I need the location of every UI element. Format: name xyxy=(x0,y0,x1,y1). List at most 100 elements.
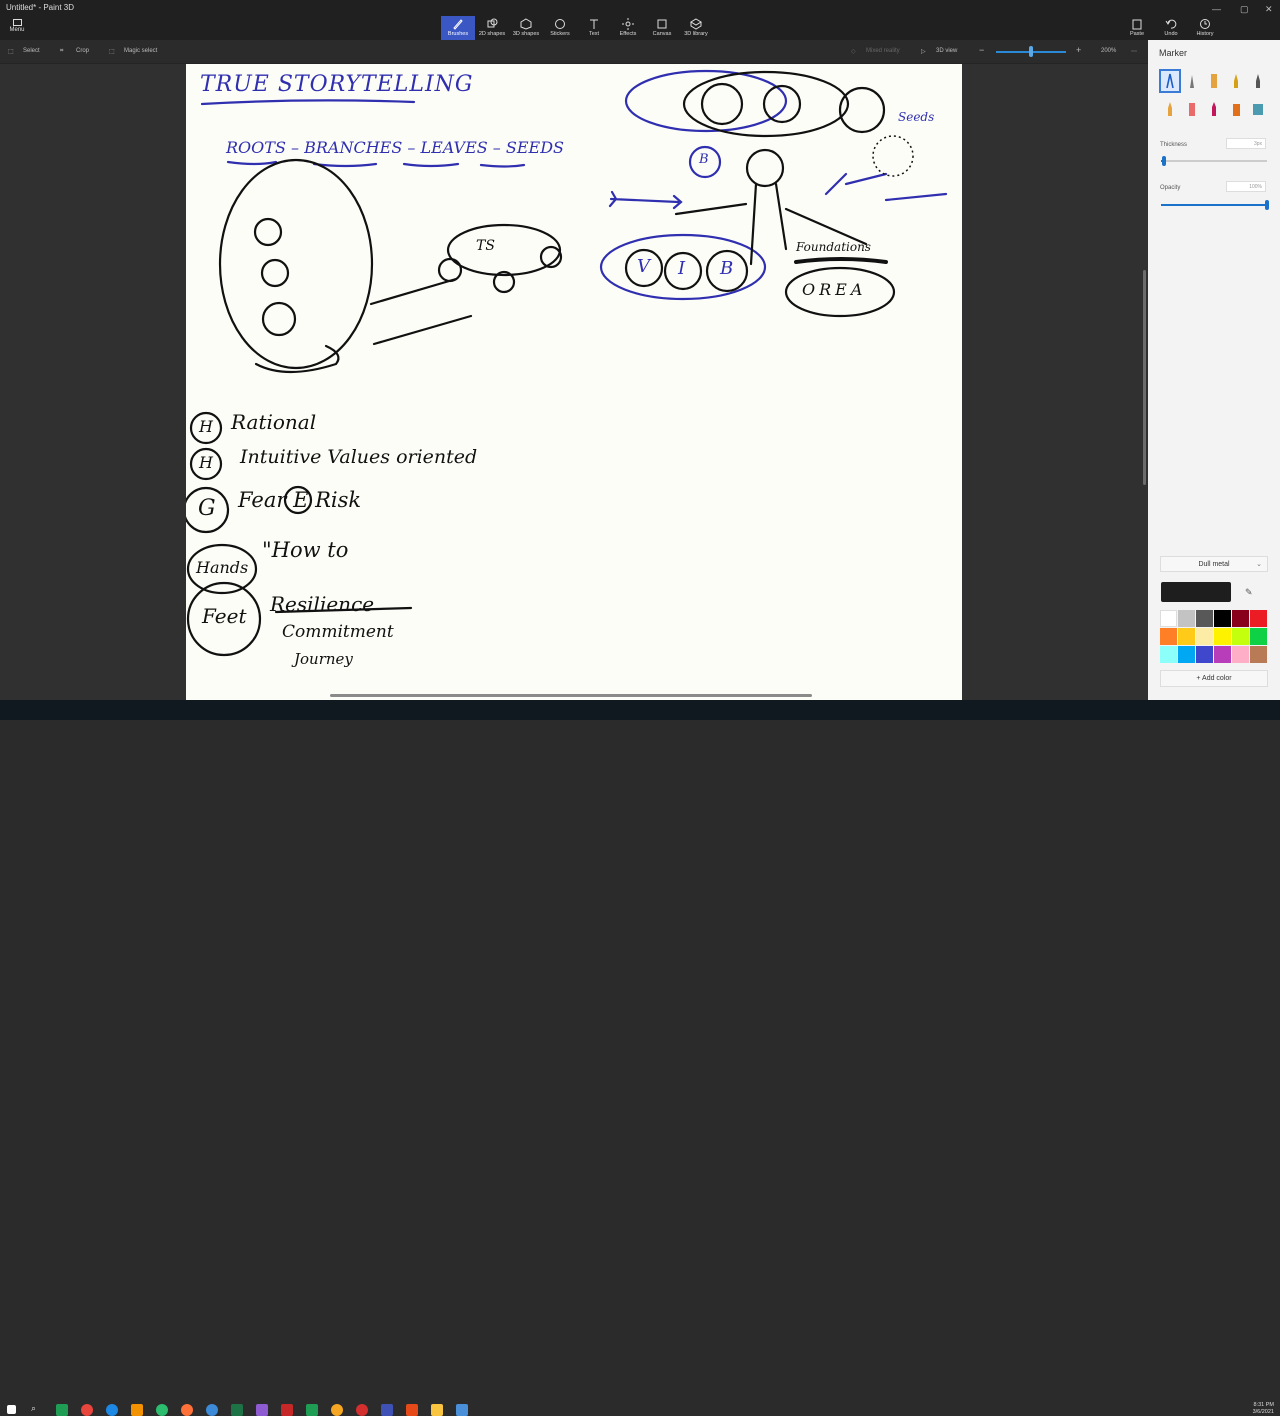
thickness-slider[interactable] xyxy=(1161,160,1267,162)
opacity-input[interactable]: 100% xyxy=(1226,181,1266,192)
tool-text[interactable]: Text xyxy=(577,16,611,40)
start-icon[interactable] xyxy=(7,1405,16,1414)
magic-select-button[interactable]: Magic select xyxy=(124,48,157,54)
color-swatch[interactable] xyxy=(1196,610,1213,627)
3d-view-toggle[interactable]: 3D view xyxy=(936,48,957,54)
color-swatch[interactable] xyxy=(1178,628,1195,645)
color-swatch[interactable] xyxy=(1232,610,1249,627)
pencil-icon[interactable] xyxy=(1161,99,1179,119)
brave-icon[interactable] xyxy=(131,1404,143,1416)
drawing-canvas[interactable]: TRUE STORYTELLING ROOTS – BRANCHES – LEA… xyxy=(186,64,962,700)
3d-view-icon: ▷ xyxy=(921,49,926,55)
add-color-button[interactable]: + Add color xyxy=(1160,670,1268,687)
current-color-swatch[interactable] xyxy=(1161,582,1231,602)
magic-select-icon: ⬚ xyxy=(109,49,115,55)
note-symbol-5: Feet xyxy=(202,604,247,628)
eraser-icon[interactable] xyxy=(1183,99,1201,119)
tool-brushes[interactable]: Brushes xyxy=(441,16,475,40)
tool-label: Canvas xyxy=(652,31,672,37)
tool-canvas[interactable]: Canvas xyxy=(645,16,679,40)
close-button[interactable]: ✕ xyxy=(1265,4,1273,15)
edge-dev-icon[interactable] xyxy=(156,1404,168,1416)
clock[interactable]: 8:31 PM 3/6/2021 xyxy=(1246,1402,1274,1416)
crop-button[interactable]: Crop xyxy=(76,48,89,54)
paint3d-icon[interactable] xyxy=(256,1404,268,1416)
thickness-input[interactable]: 3px xyxy=(1226,138,1266,149)
zoom-out-button[interactable]: − xyxy=(979,45,984,55)
color-swatch[interactable] xyxy=(1196,628,1213,645)
tool-label: 3D library xyxy=(684,31,708,37)
excel-icon[interactable] xyxy=(231,1404,243,1416)
finish-dropdown[interactable]: Dull metal ⌄ xyxy=(1160,556,1268,572)
tool-label: Text xyxy=(588,31,600,37)
app-icon-1[interactable] xyxy=(56,1404,68,1416)
head-h-circle xyxy=(253,217,283,247)
tool-3d-library[interactable]: 3D library xyxy=(679,16,713,40)
finish-label: Dull metal xyxy=(1198,561,1230,568)
tool-3d-shapes[interactable]: 3D shapes xyxy=(509,16,543,40)
foundation-label: OREA xyxy=(802,280,867,299)
pixel-pen-icon[interactable] xyxy=(1249,71,1267,91)
fill-icon[interactable] xyxy=(1249,99,1267,119)
mixed-reality-button[interactable]: Mixed reality xyxy=(866,48,900,54)
app-icon-4[interactable] xyxy=(306,1404,318,1416)
color-swatch[interactable] xyxy=(1250,628,1267,645)
marker-brush-icon[interactable] xyxy=(1159,69,1181,93)
spray-can-icon[interactable] xyxy=(1227,99,1245,119)
app-icon-9[interactable] xyxy=(456,1404,468,1416)
3d-library-icon xyxy=(690,18,702,30)
color-swatch[interactable] xyxy=(1196,646,1213,663)
watercolor-icon[interactable] xyxy=(1227,71,1245,91)
crayon-icon[interactable] xyxy=(1205,99,1223,119)
maximize-button[interactable]: ▢ xyxy=(1240,4,1249,15)
tool-stickers[interactable]: Stickers xyxy=(543,16,577,40)
title-underline xyxy=(200,99,416,106)
folder-icon[interactable] xyxy=(431,1404,443,1416)
color-swatch[interactable] xyxy=(1160,628,1177,645)
color-swatch[interactable] xyxy=(1160,610,1177,627)
color-swatch[interactable] xyxy=(1214,610,1231,627)
undo-button[interactable]: Undo xyxy=(1156,16,1186,38)
more-icon[interactable]: ⋯ xyxy=(1131,48,1137,55)
horizontal-scrollbar[interactable] xyxy=(330,694,812,697)
panel-title: Marker xyxy=(1159,48,1188,58)
color-swatch[interactable] xyxy=(1250,610,1267,627)
menu-button[interactable]: Menu xyxy=(6,16,28,38)
paste-button[interactable]: Paste xyxy=(1122,16,1152,38)
tool-label: Brushes xyxy=(447,31,469,37)
history-button[interactable]: History xyxy=(1190,16,1220,38)
color-swatch[interactable] xyxy=(1160,646,1177,663)
opacity-thumb[interactable] xyxy=(1265,200,1269,210)
search-icon[interactable]: ⌕ xyxy=(31,1403,43,1415)
calligraphy-pen-icon[interactable] xyxy=(1183,71,1201,91)
color-swatch[interactable] xyxy=(1214,628,1231,645)
app-icon-6[interactable] xyxy=(356,1404,368,1416)
tool-effects[interactable]: Effects xyxy=(611,16,645,40)
app-icon-5[interactable] xyxy=(331,1404,343,1416)
color-swatch[interactable] xyxy=(1232,628,1249,645)
oil-brush-icon[interactable] xyxy=(1205,71,1223,91)
zoom-in-button[interactable]: + xyxy=(1076,45,1081,55)
chrome-icon[interactable] xyxy=(81,1404,93,1416)
app-icon-2[interactable] xyxy=(206,1404,218,1416)
app-icon-3[interactable] xyxy=(281,1404,293,1416)
history-label: History xyxy=(1196,31,1214,37)
tool-2d-shapes[interactable]: 2D shapes xyxy=(475,16,509,40)
color-swatch[interactable] xyxy=(1250,646,1267,663)
app-icon-8[interactable] xyxy=(406,1404,418,1416)
canvas-title: TRUE STORYTELLING xyxy=(200,72,474,97)
firefox-icon[interactable] xyxy=(181,1404,193,1416)
select-button[interactable]: Select xyxy=(23,48,40,54)
vertical-scrollbar[interactable] xyxy=(1143,270,1146,485)
color-swatch[interactable] xyxy=(1178,646,1195,663)
app-icon-7[interactable] xyxy=(381,1404,393,1416)
thickness-thumb[interactable] xyxy=(1162,156,1167,166)
minimize-button[interactable]: — xyxy=(1212,4,1221,14)
zoom-slider-thumb[interactable] xyxy=(1029,46,1033,57)
color-swatch[interactable] xyxy=(1178,610,1195,627)
color-swatch[interactable] xyxy=(1214,646,1231,663)
eyedropper-icon[interactable]: ✎ xyxy=(1245,587,1257,599)
edge-icon[interactable] xyxy=(106,1404,118,1416)
crop-icon: ⌗ xyxy=(60,48,64,54)
color-swatch[interactable] xyxy=(1232,646,1249,663)
